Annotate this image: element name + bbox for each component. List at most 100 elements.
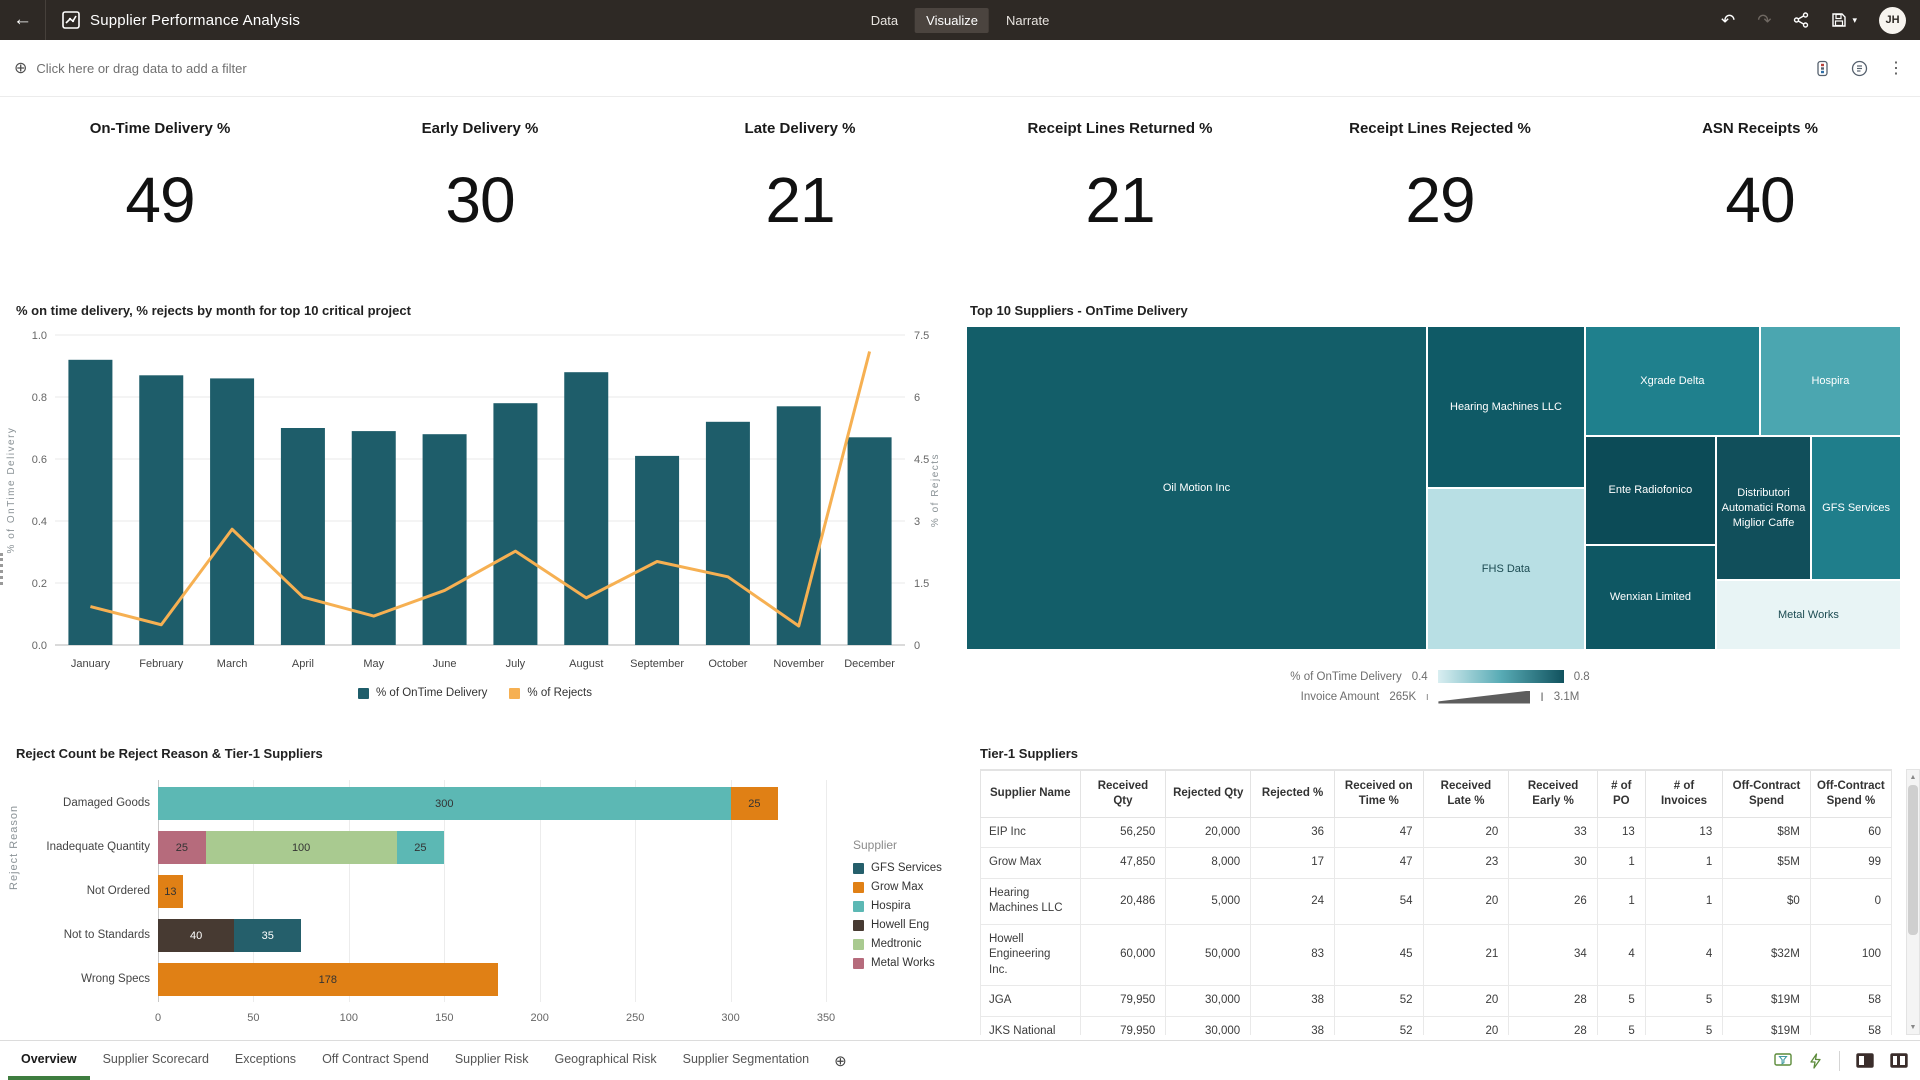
- stacked-xtick: 150: [435, 1012, 453, 1024]
- bar-October[interactable]: [706, 422, 750, 645]
- bar-April[interactable]: [281, 428, 325, 645]
- supplier-legend-grow-max[interactable]: Grow Max: [853, 881, 942, 893]
- table-row[interactable]: EIP Inc56,25020,000364720331313$8M60: [981, 817, 1892, 848]
- kpi-tile-1[interactable]: Early Delivery %30: [320, 100, 640, 290]
- stacked-bar-panel[interactable]: Reject Count be Reject Reason & Tier-1 S…: [0, 740, 950, 1040]
- supplier-legend-metal-works[interactable]: Metal Works: [853, 957, 942, 969]
- scrollbar-thumb[interactable]: [1908, 785, 1918, 935]
- undo-icon[interactable]: ↶: [1721, 12, 1735, 29]
- panel-resize-handle[interactable]: [0, 553, 3, 585]
- column-header[interactable]: # of Invoices: [1645, 771, 1722, 818]
- treemap-cell-distributori-automatici-roma-miglior-caffe[interactable]: Distributori Automatici Roma Miglior Caf…: [1716, 436, 1811, 580]
- treemap-cell-hearing-machines-llc[interactable]: Hearing Machines LLC: [1427, 326, 1585, 488]
- column-header[interactable]: Off-Contract Spend: [1723, 771, 1811, 818]
- segment-gfs-services[interactable]: 35: [234, 919, 301, 952]
- treemap-cell-ente-radiofonico[interactable]: Ente Radiofonico: [1585, 436, 1716, 545]
- bar-November[interactable]: [777, 406, 821, 645]
- scroll-down-icon[interactable]: ▼: [1907, 1020, 1919, 1034]
- supplier-legend-hospira[interactable]: Hospira: [853, 900, 942, 912]
- column-header[interactable]: Received Early %: [1509, 771, 1598, 818]
- segment-howell-eng[interactable]: 40: [158, 919, 234, 952]
- kpi-tile-2[interactable]: Late Delivery %21: [640, 100, 960, 290]
- column-header[interactable]: # of PO: [1597, 771, 1645, 818]
- legend-item-%-of-rejects[interactable]: % of Rejects: [509, 687, 592, 699]
- segment-grow-max[interactable]: 178: [158, 963, 498, 996]
- combo-chart-panel[interactable]: % on time delivery, % rejects by month f…: [0, 295, 950, 740]
- canvas-tab-supplier-risk[interactable]: Supplier Risk: [442, 1041, 542, 1080]
- supplier-legend-gfs-services[interactable]: GFS Services: [853, 862, 942, 874]
- treemap-cell-hospira[interactable]: Hospira: [1760, 326, 1901, 436]
- supplier-legend-medtronic[interactable]: Medtronic: [853, 938, 942, 950]
- annotations-icon[interactable]: [1851, 60, 1868, 77]
- table-row[interactable]: Hearing Machines LLC20,4865,000245420261…: [981, 878, 1892, 924]
- segment-medtronic[interactable]: 100: [206, 831, 397, 864]
- toggle-right-panel-icon[interactable]: [1890, 1053, 1908, 1068]
- add-filter-target[interactable]: ⊕ Click here or drag data to add a filte…: [14, 58, 247, 78]
- user-avatar[interactable]: JH: [1879, 7, 1906, 34]
- share-icon[interactable]: [1793, 12, 1809, 28]
- bar-August[interactable]: [564, 372, 608, 645]
- kpi-tile-5[interactable]: ASN Receipts %40: [1600, 100, 1920, 290]
- canvas-tab-exceptions[interactable]: Exceptions: [222, 1041, 309, 1080]
- column-header[interactable]: Received Late %: [1423, 771, 1509, 818]
- column-header[interactable]: Received Qty: [1080, 771, 1166, 818]
- treemap-cell-gfs-services[interactable]: GFS Services: [1811, 436, 1901, 580]
- value-cell: 36: [1251, 817, 1335, 848]
- column-header[interactable]: Rejected Qty: [1166, 771, 1251, 818]
- mode-tab-visualize[interactable]: Visualize: [915, 8, 989, 33]
- redo-icon[interactable]: ↷: [1757, 12, 1771, 29]
- add-canvas-icon[interactable]: ⊕: [822, 1041, 859, 1080]
- table-row[interactable]: JKS National79,95030,0003852202855$19M58: [981, 1017, 1892, 1036]
- table-row[interactable]: Howell Engineering Inc.60,00050,00083452…: [981, 924, 1892, 986]
- segment-metal-works[interactable]: 25: [158, 831, 206, 864]
- supplier-legend-howell-eng[interactable]: Howell Eng: [853, 919, 942, 931]
- tier1-table-panel[interactable]: Tier-1 Suppliers Supplier NameReceived Q…: [960, 740, 1920, 1040]
- canvas-tab-supplier-segmentation[interactable]: Supplier Segmentation: [670, 1041, 822, 1080]
- mode-tab-data[interactable]: Data: [860, 8, 909, 33]
- treemap-cell-oil-motion-inc[interactable]: Oil Motion Inc: [966, 326, 1427, 650]
- column-header[interactable]: Supplier Name: [981, 771, 1081, 818]
- mode-tab-narrate[interactable]: Narrate: [995, 8, 1060, 33]
- segment-grow-max[interactable]: 25: [731, 787, 779, 820]
- canvas-tab-overview[interactable]: Overview: [8, 1041, 90, 1080]
- more-options-icon[interactable]: ⋮: [1888, 58, 1904, 78]
- auto-insights-icon[interactable]: [1808, 1053, 1823, 1069]
- bar-December[interactable]: [848, 437, 892, 645]
- scroll-up-icon[interactable]: ▲: [1907, 770, 1919, 784]
- treemap-panel[interactable]: Top 10 Suppliers - OnTime Delivery Oil M…: [960, 295, 1920, 740]
- table-row[interactable]: JGA79,95030,0003852202855$19M58: [981, 986, 1892, 1017]
- left-axis-tick: 0.0: [32, 640, 47, 652]
- column-header[interactable]: Off-Contract Spend %: [1810, 771, 1891, 818]
- kpi-tile-0[interactable]: On-Time Delivery %49: [0, 100, 320, 290]
- column-header[interactable]: Rejected %: [1251, 771, 1335, 818]
- canvas-tab-off-contract-spend[interactable]: Off Contract Spend: [309, 1041, 442, 1080]
- segment-grow-max[interactable]: 13: [158, 875, 183, 908]
- bar-September[interactable]: [635, 456, 679, 645]
- value-cell: 30,000: [1166, 986, 1251, 1017]
- save-button[interactable]: ▾: [1831, 12, 1857, 28]
- rejects-line[interactable]: [90, 352, 869, 626]
- left-axis-title: % of OnTime Delivery: [6, 427, 17, 554]
- bar-March[interactable]: [210, 378, 254, 645]
- segment-hospira[interactable]: 25: [397, 831, 445, 864]
- column-header[interactable]: Received on Time %: [1335, 771, 1424, 818]
- kpi-tile-3[interactable]: Receipt Lines Returned %21: [960, 100, 1280, 290]
- treemap-cell-wenxian-limited[interactable]: Wenxian Limited: [1585, 545, 1716, 650]
- segment-hospira[interactable]: 300: [158, 787, 731, 820]
- back-button[interactable]: ←: [0, 0, 46, 40]
- treemap-cell-metal-works[interactable]: Metal Works: [1716, 580, 1901, 650]
- kpi-tile-4[interactable]: Receipt Lines Rejected %29: [1280, 100, 1600, 290]
- canvas-tab-geographical-risk[interactable]: Geographical Risk: [541, 1041, 669, 1080]
- present-mode-icon[interactable]: [1774, 1053, 1792, 1069]
- legend-item-%-of-ontime-delivery[interactable]: % of OnTime Delivery: [358, 687, 487, 699]
- bar-January[interactable]: [68, 360, 112, 645]
- limit-values-icon[interactable]: [1814, 60, 1831, 77]
- bar-July[interactable]: [493, 403, 537, 645]
- canvas-tab-supplier-scorecard[interactable]: Supplier Scorecard: [90, 1041, 222, 1080]
- treemap-cell-xgrade-delta[interactable]: Xgrade Delta: [1585, 326, 1760, 436]
- treemap-cell-fhs-data[interactable]: FHS Data: [1427, 488, 1585, 650]
- toggle-left-panel-icon[interactable]: [1856, 1053, 1874, 1068]
- table-scrollbar[interactable]: ▲ ▼: [1906, 769, 1920, 1035]
- table-row[interactable]: Grow Max47,8508,0001747233011$5M99: [981, 848, 1892, 879]
- bar-June[interactable]: [423, 434, 467, 645]
